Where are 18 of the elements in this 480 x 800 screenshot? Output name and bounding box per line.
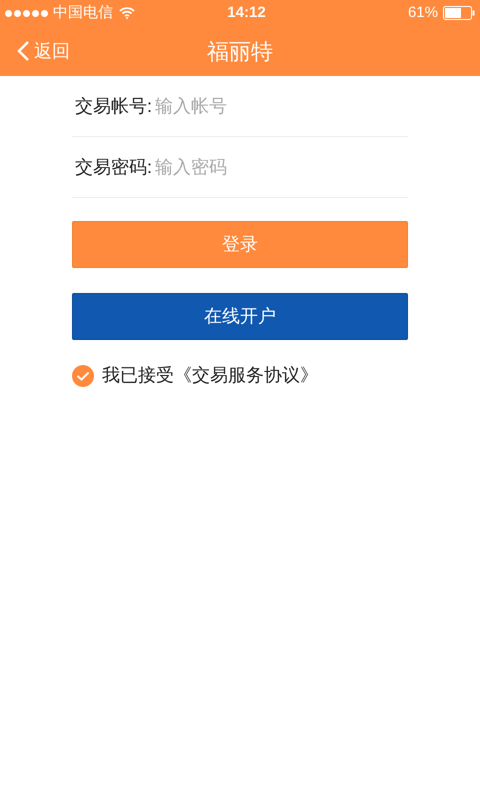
input-field[interactable]: 输入帐号 <box>155 92 408 120</box>
carrier-name: 中国电信 <box>53 2 113 23</box>
field-label: 交易帐号: <box>74 94 152 118</box>
status-time: 14:12 <box>226 2 267 23</box>
chevron-left-icon <box>16 40 30 62</box>
input-field[interactable]: 输入密码 <box>155 154 408 180</box>
agreement-checkbox[interactable] <box>72 364 94 386</box>
login-button[interactable]: 登录 <box>72 221 408 268</box>
page-title: 福丽特 <box>207 38 273 66</box>
agreement-text: 我已接受《交易服务协议》 <box>102 364 318 387</box>
checkmark-icon <box>76 370 90 380</box>
open-account-button[interactable]: 在线开户 <box>72 293 408 340</box>
wifi-icon <box>119 7 135 19</box>
battery-icon <box>443 6 475 20</box>
signal-icon <box>5 10 48 16</box>
back-button[interactable]: 返回 <box>0 38 70 64</box>
field-label: 交易密码: <box>74 156 152 178</box>
battery-percent: 61% <box>408 2 438 23</box>
